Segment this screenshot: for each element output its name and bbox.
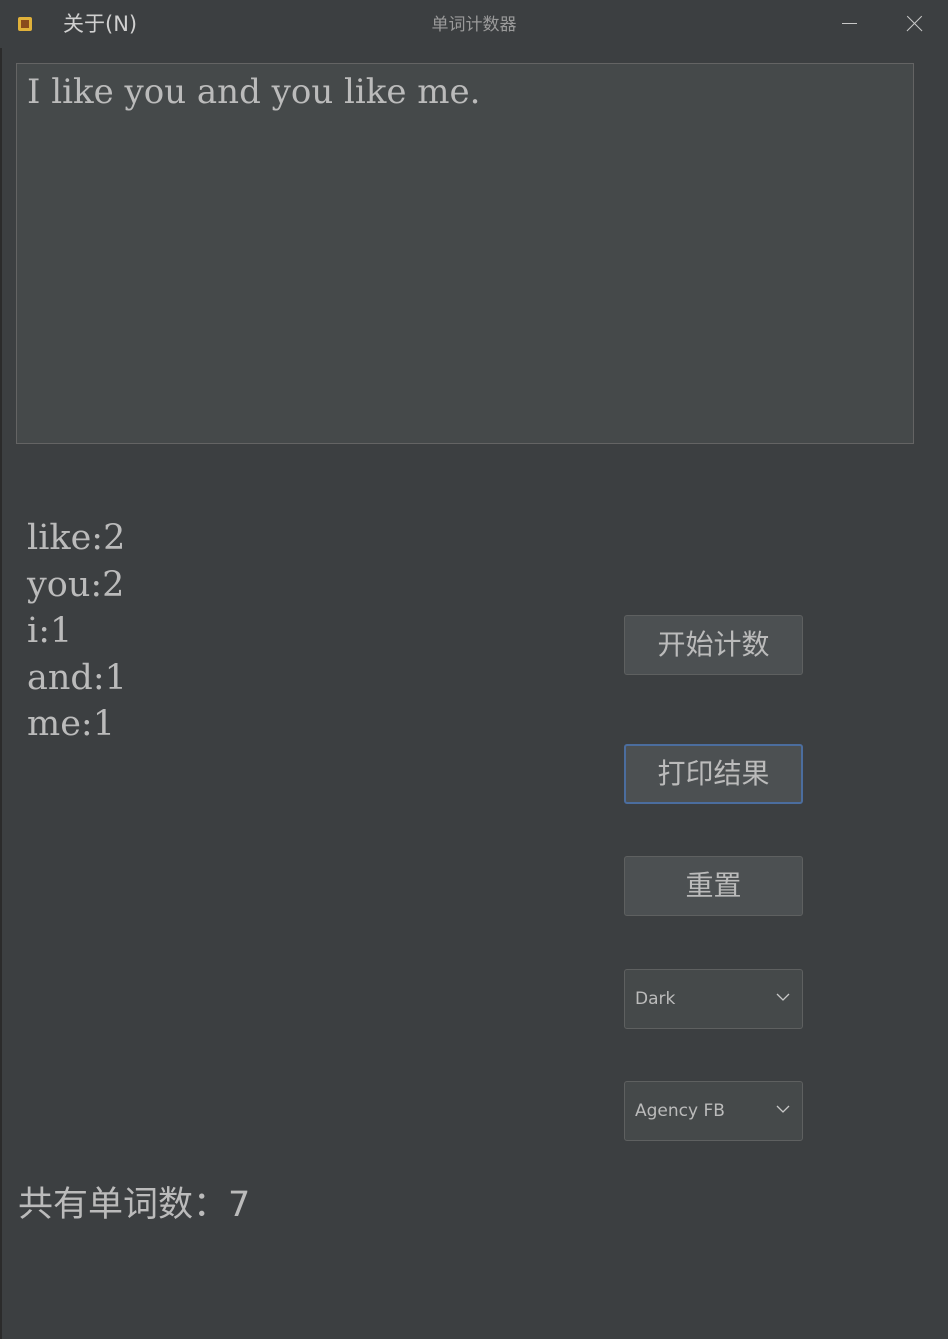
result-item: like:2: [27, 518, 126, 558]
start-count-button[interactable]: 开始计数: [624, 615, 803, 675]
close-icon[interactable]: [896, 6, 932, 42]
font-select[interactable]: Agency FB: [624, 1081, 803, 1141]
total-label: 共有单词数：: [18, 1185, 229, 1225]
title-bar[interactable]: 关于(N) 单词计数器: [0, 0, 948, 48]
main-window: 关于(N) 单词计数器 I like you and you like me. …: [0, 0, 948, 1339]
result-item: i:1: [27, 611, 73, 651]
theme-select[interactable]: Dark: [624, 969, 803, 1029]
print-result-button[interactable]: 打印结果: [624, 744, 803, 804]
minimize-icon[interactable]: [831, 6, 867, 42]
text-input[interactable]: I like you and you like me.: [16, 63, 914, 444]
reset-button[interactable]: 重置: [624, 856, 803, 916]
chevron-down-icon: [776, 1105, 790, 1113]
total-value: 7: [228, 1185, 251, 1225]
font-select-value: Agency FB: [635, 1101, 725, 1121]
theme-select-value: Dark: [635, 989, 676, 1009]
result-item: you:2: [27, 564, 125, 605]
total-word-count: 共有单词数：7: [18, 1183, 250, 1227]
result-item: me:1: [27, 704, 115, 744]
window-edge: [0, 0, 2, 1339]
result-list: like:2 you:2 i:1 and:1 me:1: [27, 515, 127, 748]
result-item: and:1: [27, 657, 127, 698]
window-title: 单词计数器: [431, 15, 517, 35]
chevron-down-icon: [776, 993, 790, 1001]
